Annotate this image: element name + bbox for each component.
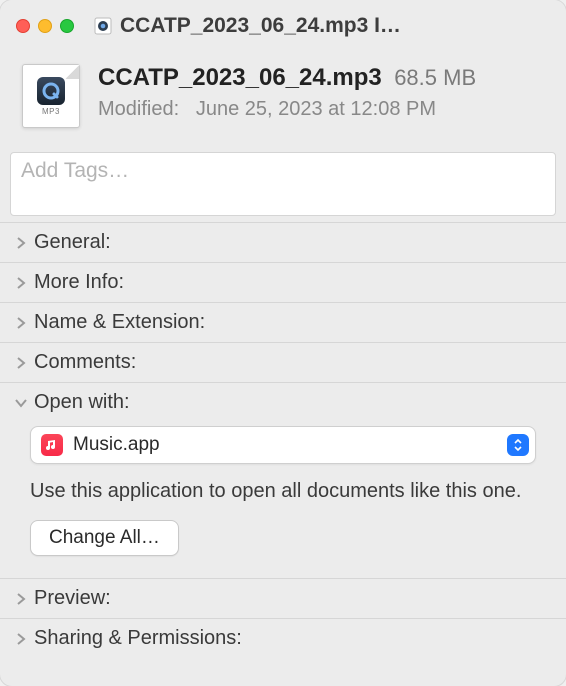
close-button[interactable]: [16, 19, 30, 33]
change-all-button[interactable]: Change All…: [30, 520, 179, 556]
section-sharing-permissions[interactable]: Sharing & Permissions:: [0, 619, 566, 658]
open-with-body: Music.app Use this application to open a…: [0, 422, 566, 579]
modified-value: June 25, 2023 at 12:08 PM: [196, 98, 436, 120]
tags-placeholder: Add Tags…: [21, 159, 129, 182]
music-app-icon: [41, 434, 63, 456]
chevron-right-icon: [14, 237, 28, 249]
chevron-right-icon: [14, 357, 28, 369]
section-label: Sharing & Permissions:: [34, 627, 242, 650]
section-name-extension[interactable]: Name & Extension:: [0, 303, 566, 343]
window-title: CCATP_2023_06_24.mp3 I…: [120, 14, 550, 38]
section-label: Name & Extension:: [34, 311, 205, 334]
section-preview[interactable]: Preview:: [0, 579, 566, 619]
title-file-icon: [94, 17, 112, 35]
modified-label: Modified:: [98, 98, 179, 120]
tags-input[interactable]: Add Tags…: [10, 152, 556, 216]
section-more-info[interactable]: More Info:: [0, 263, 566, 303]
titlebar: CCATP_2023_06_24.mp3 I…: [0, 0, 566, 52]
minimize-button[interactable]: [38, 19, 52, 33]
quicktime-icon: [37, 77, 65, 105]
file-ext-label: MP3: [42, 107, 60, 116]
chevron-right-icon: [14, 277, 28, 289]
chevron-right-icon: [14, 317, 28, 329]
file-size: 68.5 MB: [394, 65, 476, 90]
traffic-lights: [16, 19, 74, 33]
info-window: CCATP_2023_06_24.mp3 I… MP3 CCATP_2023_0…: [0, 0, 566, 686]
section-label: Comments:: [34, 351, 136, 374]
file-header-text: CCATP_2023_06_24.mp3 68.5 MB Modified: J…: [98, 64, 476, 121]
chevron-right-icon: [14, 633, 28, 645]
open-with-dropdown[interactable]: Music.app: [30, 426, 536, 464]
open-with-app-name: Music.app: [73, 434, 497, 456]
chevron-down-icon: [14, 398, 28, 408]
file-header: MP3 CCATP_2023_06_24.mp3 68.5 MB Modifie…: [0, 52, 566, 152]
file-name: CCATP_2023_06_24.mp3: [98, 64, 382, 91]
change-all-label: Change All…: [49, 527, 160, 548]
chevron-right-icon: [14, 593, 28, 605]
file-type-icon: MP3: [22, 64, 80, 128]
zoom-button[interactable]: [60, 19, 74, 33]
section-open-with[interactable]: Open with:: [0, 383, 566, 422]
section-comments[interactable]: Comments:: [0, 343, 566, 383]
section-label: More Info:: [34, 271, 124, 294]
section-label: Preview:: [34, 587, 111, 610]
file-modified: Modified: June 25, 2023 at 12:08 PM: [98, 98, 476, 121]
dropdown-arrows-icon: [507, 434, 529, 456]
open-with-hint: Use this application to open all documen…: [30, 478, 536, 504]
section-label: Open with:: [34, 391, 130, 414]
section-label: General:: [34, 231, 111, 254]
sections: General: More Info: Name & Extension: Co…: [0, 222, 566, 658]
section-general[interactable]: General:: [0, 223, 566, 263]
